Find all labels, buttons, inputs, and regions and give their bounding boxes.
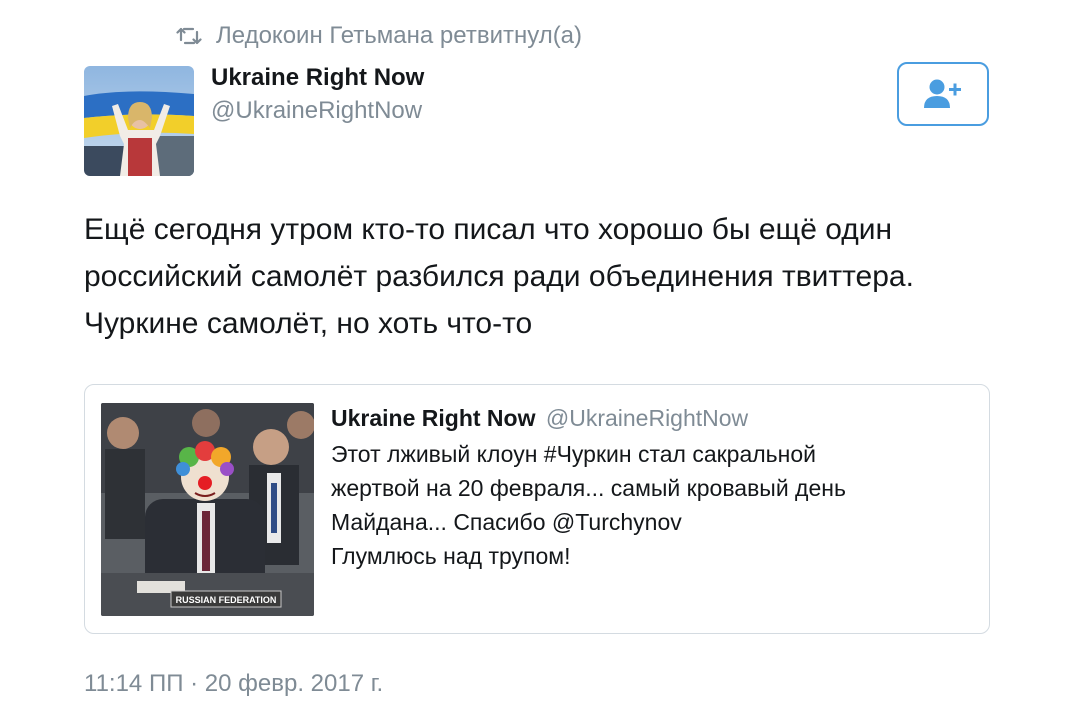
quoted-tweet-text-line: жертвой на 20 февраля... самый кровавый …: [331, 475, 846, 501]
avatar[interactable]: [84, 66, 194, 176]
quoted-tweet-header: Ukraine Right Now @UkraineRightNow: [331, 405, 748, 432]
quoted-tweet-text-line: Майдана... Спасибо @Turchynov: [331, 509, 682, 535]
tweet-text-line: российский самолёт разбился ради объедин…: [84, 260, 914, 293]
retweet-context-text: Ледокоин Гетьмана ретвитнул(а): [216, 22, 583, 49]
add-user-icon: [924, 79, 961, 108]
quoted-tweet-text-line: Этот лживый клоун #Чуркин стал сакрально…: [331, 441, 816, 467]
tweet-timestamp[interactable]: 11:14 ПП · 20 февр. 2017 г.: [84, 670, 383, 698]
author-handle[interactable]: @UkraineRightNow: [211, 97, 422, 125]
retweet-icon: [176, 27, 202, 45]
tweet-text-line: Ещё сегодня утром кто-то писал что хорош…: [84, 213, 893, 246]
tweet-text-line: Чуркине самолёт, но хоть что-то: [84, 307, 533, 340]
avatar-image: [84, 66, 194, 176]
quoted-tweet-card[interactable]: RUSSIAN FEDERATION Ukraine Right Now @Uk…: [84, 384, 990, 634]
quoted-tweet-author-handle: @UkraineRightNow: [545, 405, 749, 431]
quoted-tweet-author-name: Ukraine Right Now: [331, 405, 536, 431]
quoted-tweet-media[interactable]: RUSSIAN FEDERATION: [101, 403, 314, 616]
nameplate-text: RUSSIAN FEDERATION: [176, 595, 277, 605]
quoted-tweet-text: Этот лживый клоун #Чуркин стал сакрально…: [331, 437, 846, 573]
retweet-context[interactable]: Ледокоин Гетьмана ретвитнул(а): [176, 20, 582, 52]
tweet-text: Ещё сегодня утром кто-то писал что хорош…: [84, 206, 1004, 347]
follow-button[interactable]: [897, 62, 989, 126]
quoted-tweet-image: RUSSIAN FEDERATION: [101, 403, 314, 616]
author-name[interactable]: Ukraine Right Now: [211, 64, 424, 92]
quoted-tweet-text-line: Глумлюсь над трупом!: [331, 543, 571, 569]
